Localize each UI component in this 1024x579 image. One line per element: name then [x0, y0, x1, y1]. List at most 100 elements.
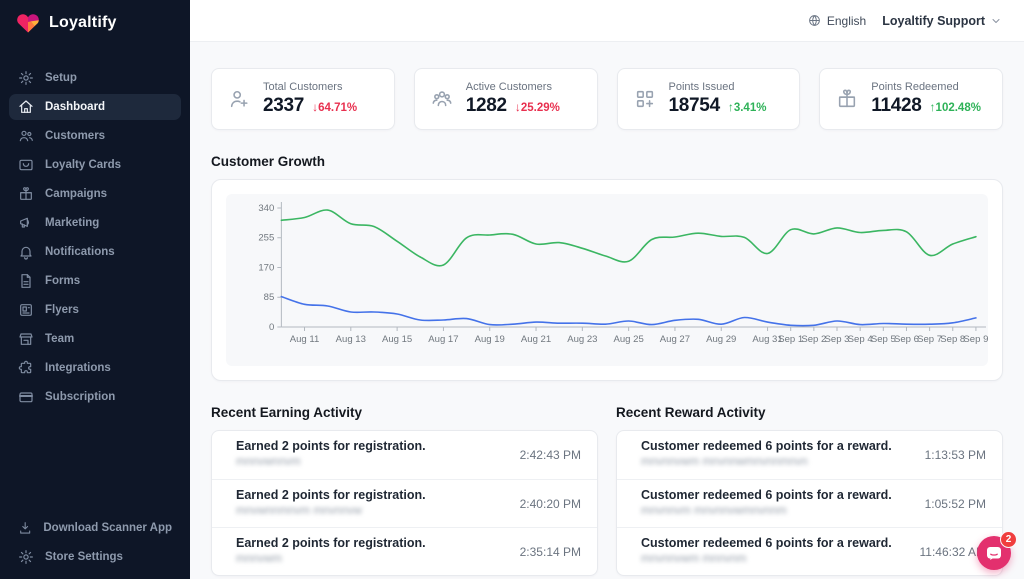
brand-name: Loyaltify: [49, 14, 117, 32]
credit-card-icon: [18, 389, 34, 405]
svg-text:340: 340: [258, 203, 274, 214]
reward-activity-section: Recent Reward Activity Customer redeemed…: [616, 381, 1003, 576]
sidebar-item-marketing[interactable]: Marketing: [9, 210, 181, 236]
activity-time: 2:35:14 PM: [520, 528, 581, 576]
earning-activity-title: Recent Earning Activity: [211, 405, 598, 420]
dashboard-content: Total Customers 2337 ↓64.71% Active Cust…: [190, 42, 1024, 579]
svg-text:Sep 3: Sep 3: [825, 334, 850, 345]
account-menu[interactable]: Loyaltify Support: [882, 14, 1002, 28]
gear-icon: [18, 70, 34, 86]
list-item[interactable]: Customer redeemed 6 points for a reward.…: [617, 527, 1002, 575]
sidebar-item-forms[interactable]: Forms: [9, 268, 181, 294]
list-item[interactable]: Earned 2 points for registration. mnnvwm…: [212, 527, 597, 575]
stat-card-active-customers[interactable]: Active Customers 1282 ↓25.29%: [414, 68, 598, 130]
customer-growth-chart[interactable]: 085170255340Aug 11Aug 13Aug 15Aug 17Aug …: [226, 194, 988, 366]
stat-value: 1282: [466, 95, 507, 117]
home-icon: [18, 99, 34, 115]
earning-activity-section: Recent Earning Activity Earned 2 points …: [211, 381, 598, 576]
earning-activity-list: Earned 2 points for registration. mnnvwn…: [211, 430, 598, 576]
stat-label: Active Customers: [466, 81, 560, 93]
stat-label: Total Customers: [263, 81, 357, 93]
svg-text:Aug 17: Aug 17: [428, 334, 458, 345]
chat-unread-badge: 2: [1000, 531, 1017, 548]
gift-icon: [18, 186, 34, 202]
storefront-icon: [18, 331, 34, 347]
sidebar-nav: Setup Dashboard Customers Loyalty Cards …: [0, 62, 190, 413]
svg-text:Sep 6: Sep 6: [894, 334, 919, 345]
stat-value: 18754: [669, 95, 720, 117]
stat-card-total-customers[interactable]: Total Customers 2337 ↓64.71%: [211, 68, 395, 130]
sidebar-item-loyalty-cards[interactable]: Loyalty Cards: [9, 152, 181, 178]
chat-widget-button[interactable]: 2: [977, 536, 1011, 570]
activity-customer-name-masked: mnvnnvwm mnvnnwmnvnnmnvn: [641, 456, 892, 468]
list-item[interactable]: Earned 2 points for registration. mnnvwn…: [212, 431, 597, 479]
sidebar-item-setup[interactable]: Setup: [9, 65, 181, 91]
svg-text:255: 255: [258, 233, 274, 244]
flyer-icon: [18, 302, 34, 318]
sidebar-item-team[interactable]: Team: [9, 326, 181, 352]
stat-change: ↑3.41%: [728, 100, 767, 114]
sidebar-item-label: Loyalty Cards: [45, 159, 121, 171]
sidebar-item-subscription[interactable]: Subscription: [9, 384, 181, 410]
svg-text:170: 170: [258, 263, 274, 274]
sidebar: Loyaltify Setup Dashboard Customers Loya…: [0, 0, 190, 579]
sidebar-item-label: Integrations: [45, 362, 111, 374]
brand-logo[interactable]: Loyaltify: [0, 0, 190, 48]
user-plus-icon: [228, 88, 250, 110]
gift-icon: [836, 88, 858, 110]
customer-growth-chart-card: 085170255340Aug 11Aug 13Aug 15Aug 17Aug …: [211, 179, 1003, 381]
activity-text: Customer redeemed 6 points for a reward.: [641, 439, 892, 453]
squares-plus-icon: [634, 88, 656, 110]
activity-time: 2:42:43 PM: [520, 431, 581, 479]
sidebar-item-label: Customers: [45, 130, 105, 142]
users-group-icon: [431, 88, 453, 110]
sidebar-item-campaigns[interactable]: Campaigns: [9, 181, 181, 207]
svg-text:Aug 15: Aug 15: [382, 334, 412, 345]
sidebar-item-label: Subscription: [45, 391, 115, 403]
sidebar-item-notifications[interactable]: Notifications: [9, 239, 181, 265]
topbar: English Loyaltify Support: [190, 0, 1024, 42]
sidebar-item-download-scanner-app[interactable]: Download Scanner App: [9, 515, 181, 541]
account-label: Loyaltify Support: [882, 14, 985, 28]
sidebar-item-integrations[interactable]: Integrations: [9, 355, 181, 381]
globe-icon: [808, 14, 821, 27]
sidebar-item-label: Notifications: [45, 246, 115, 258]
card-icon: [18, 157, 34, 173]
list-item[interactable]: Customer redeemed 6 points for a reward.…: [617, 431, 1002, 479]
line-chart-svg: 085170255340Aug 11Aug 13Aug 15Aug 17Aug …: [226, 194, 988, 366]
svg-text:Aug 19: Aug 19: [475, 334, 505, 345]
megaphone-icon: [18, 215, 34, 231]
stat-card-points-issued[interactable]: Points Issued 18754 ↑3.41%: [617, 68, 801, 130]
svg-text:85: 85: [264, 292, 275, 303]
reward-activity-list: Customer redeemed 6 points for a reward.…: [616, 430, 1003, 576]
stat-card-points-redeemed[interactable]: Points Redeemed 11428 ↑102.48%: [819, 68, 1003, 130]
activity-text: Earned 2 points for registration.: [236, 536, 487, 550]
stat-value: 2337: [263, 95, 304, 117]
activity-text: Earned 2 points for registration.: [236, 439, 487, 453]
sidebar-item-label: Forms: [45, 275, 80, 287]
language-selector[interactable]: English: [808, 14, 866, 28]
activity-text: Customer redeemed 6 points for a reward.: [641, 536, 892, 550]
download-icon: [18, 520, 32, 536]
sidebar-item-store-settings[interactable]: Store Settings: [9, 544, 181, 570]
activity-time: 1:05:52 PM: [925, 480, 986, 528]
sidebar-item-customers[interactable]: Customers: [9, 123, 181, 149]
svg-text:Sep 9: Sep 9: [963, 334, 988, 345]
svg-text:Sep 5: Sep 5: [871, 334, 896, 345]
list-item[interactable]: Customer redeemed 6 points for a reward.…: [617, 479, 1002, 527]
list-item[interactable]: Earned 2 points for registration. mnvwnn…: [212, 479, 597, 527]
loyaltify-heart-icon: [16, 12, 40, 34]
sidebar-item-flyers[interactable]: Flyers: [9, 297, 181, 323]
stat-label: Points Issued: [669, 81, 767, 93]
activity-text: Earned 2 points for registration.: [236, 488, 487, 502]
activity-customer-name-masked: mnnvwm: [236, 553, 487, 565]
svg-text:Aug 27: Aug 27: [660, 334, 690, 345]
sidebar-item-dashboard[interactable]: Dashboard: [9, 94, 181, 120]
activity-customer-name-masked: mnvnnvwm mnnvnm: [641, 553, 892, 565]
sidebar-item-label: Setup: [45, 72, 77, 84]
svg-text:Aug 13: Aug 13: [336, 334, 366, 345]
puzzle-icon: [18, 360, 34, 376]
sidebar-item-label: Dashboard: [45, 101, 105, 113]
stats-row: Total Customers 2337 ↓64.71% Active Cust…: [211, 68, 1003, 130]
stat-label: Points Redeemed: [871, 81, 981, 93]
